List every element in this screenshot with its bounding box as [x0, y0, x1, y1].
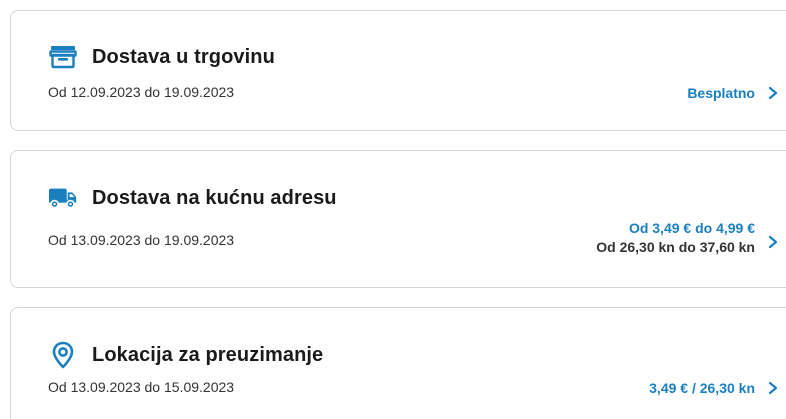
delivery-dates: Od 12.09.2023 do 19.09.2023: [48, 84, 235, 100]
chevron-right-icon[interactable]: [767, 235, 779, 249]
price-eur: Od 3,49 € do 4,99 €: [628, 220, 755, 236]
price-area: Od 3,49 € do 4,99 € Od 26,30 kn do 37,60…: [596, 219, 755, 257]
chevron-right-icon[interactable]: [767, 86, 779, 100]
chevron-right-icon[interactable]: [767, 381, 779, 395]
truck-icon: [48, 184, 78, 212]
location-pin-icon: [48, 341, 78, 369]
delivery-option-pickup[interactable]: Lokacija za preuzimanje Od 13.09.2023 do…: [10, 307, 786, 419]
price-label: 3,49 € / 26,30 kn: [649, 380, 755, 396]
option-title-row: Dostava u trgovinu: [48, 43, 275, 71]
delivery-option-store[interactable]: Dostava u trgovinu Od 12.09.2023 do 19.0…: [10, 10, 786, 131]
store-icon: [48, 43, 78, 71]
option-title: Lokacija za preuzimanje: [92, 343, 324, 366]
delivery-options: Dostava u trgovinu Od 12.09.2023 do 19.0…: [0, 0, 786, 419]
option-title-row: Dostava na kućnu adresu: [48, 184, 337, 212]
price-area: 3,49 € / 26,30 kn: [649, 379, 755, 397]
delivery-dates: Od 13.09.2023 do 15.09.2023: [48, 379, 235, 395]
delivery-dates: Od 13.09.2023 do 19.09.2023: [48, 232, 235, 248]
option-title-row: Lokacija za preuzimanje: [48, 341, 323, 369]
option-title: Dostava u trgovinu: [92, 45, 275, 68]
price-label: Besplatno: [687, 85, 755, 101]
price-kn: Od 26,30 kn do 37,60 kn: [596, 239, 755, 255]
delivery-option-home[interactable]: Dostava na kućnu adresu Od 13.09.2023 do…: [10, 150, 786, 288]
option-title: Dostava na kućnu adresu: [92, 186, 337, 209]
price-area: Besplatno: [687, 84, 755, 102]
